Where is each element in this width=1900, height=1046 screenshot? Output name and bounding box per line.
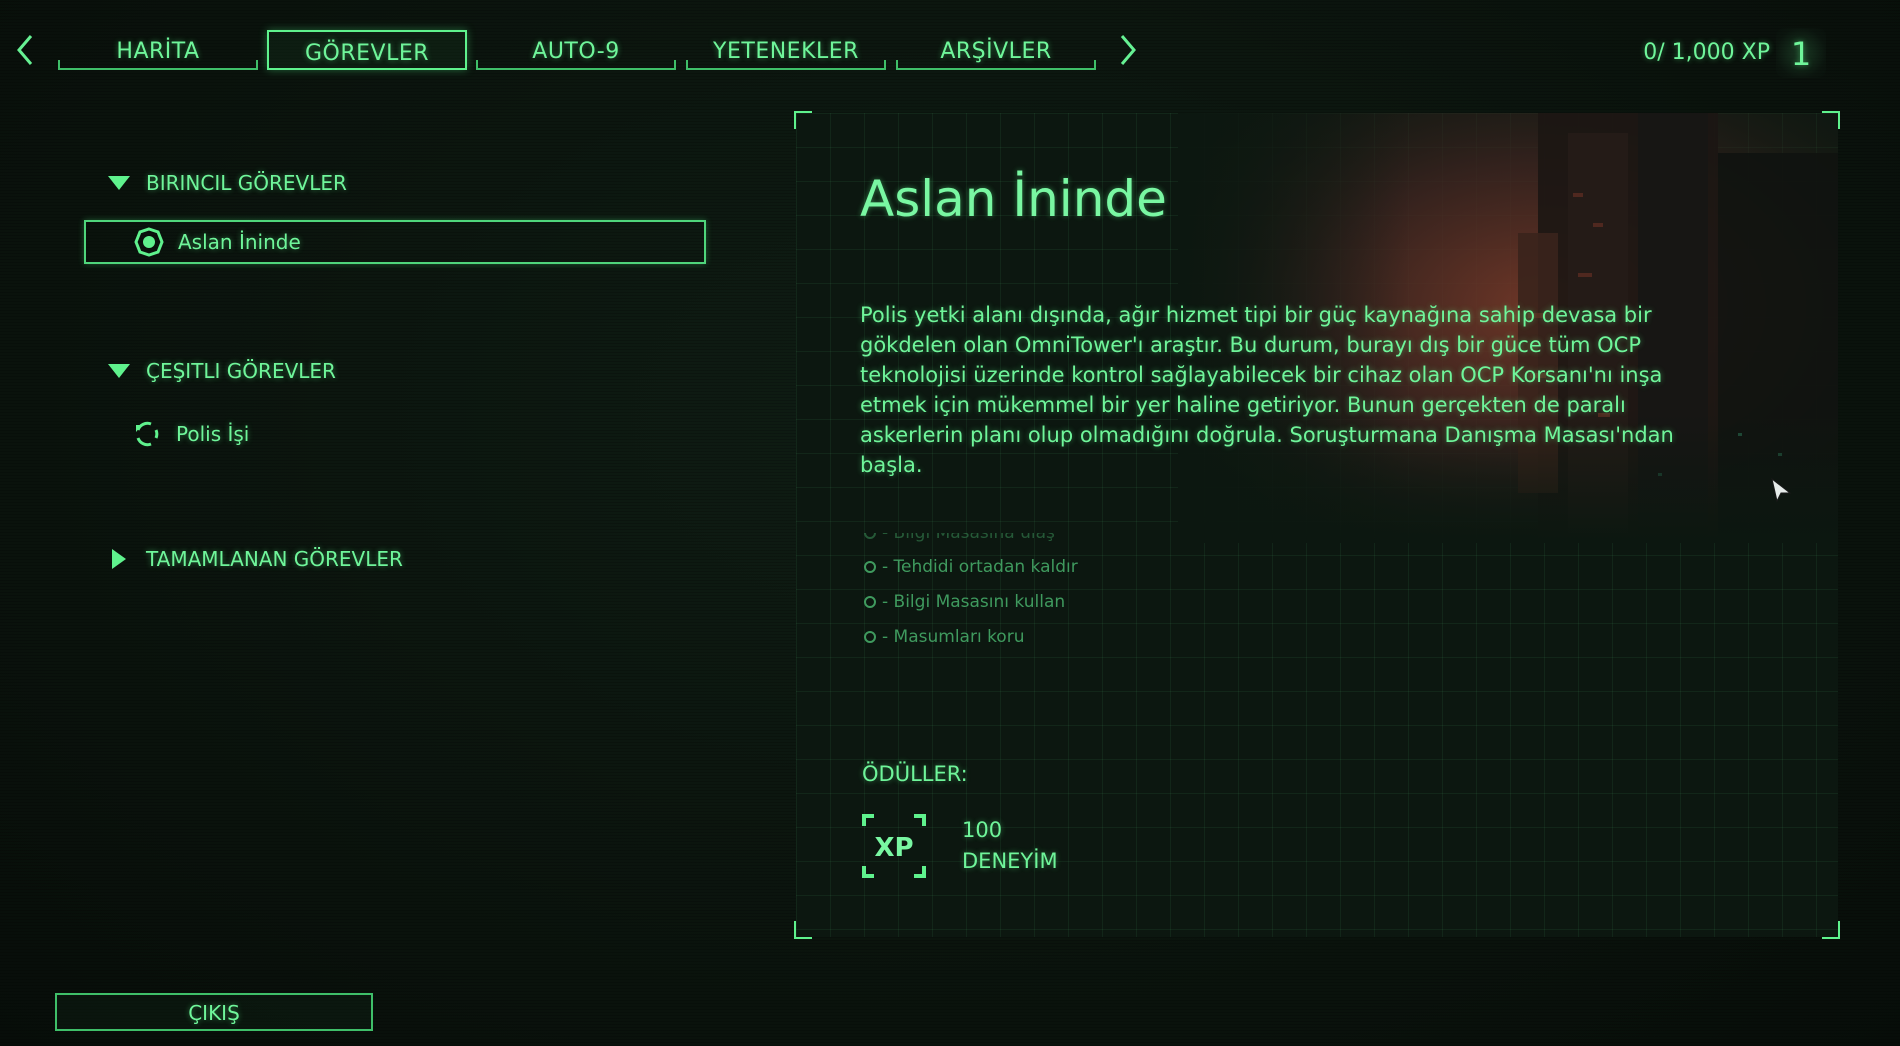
objective-label: - Bilgi Masasını kullan [882,592,1066,612]
category-completed-quests[interactable]: TAMAMLANAN GÖREVLER [106,544,403,574]
objective-label: - Tehdidi ortadan kaldır [882,557,1078,577]
objective-item: - Tehdidi ortadan kaldır [864,555,1078,579]
svg-text:XP: XP [874,833,913,863]
triangle-down-icon [108,176,130,190]
tab-gorevler[interactable]: GÖREVLER [267,30,467,70]
quest-item-polis-isi[interactable]: Polis İşi [84,412,706,456]
panel-corner [1822,921,1840,939]
xp-icon: XP [862,814,926,878]
objective-item: - Masumları koru [864,625,1024,649]
category-primary-quests[interactable]: BIRINCIL GÖREVLER [106,168,347,198]
tab-harita[interactable]: HARİTA [58,30,258,70]
circle-icon [864,596,876,608]
xp-readout: 0/ 1,000 XP [1643,40,1770,65]
target-icon [134,227,164,257]
tab-arsivler[interactable]: ARŞİVLER [896,30,1096,70]
panel-corner [794,921,812,939]
circle-icon [864,561,876,573]
panel-corner [794,111,812,129]
chevron-right-icon[interactable] [1113,33,1143,69]
tab-yetenekler[interactable]: YETENEKLER [686,30,886,70]
level-badge: 1 [1776,28,1826,78]
quest-description: Polis yetki alanı dışında, ağır hizmet t… [860,303,1674,477]
triangle-right-icon [112,549,126,569]
category-primary-label: BIRINCIL GÖREVLER [146,171,347,195]
quest-title: Aslan İninde [860,170,1167,228]
reward-unit: DENEYİM [962,849,1058,873]
objective-item: - Bilgi Masasını kullan [864,590,1065,614]
cursor-icon [1771,477,1792,503]
category-completed-label: TAMAMLANAN GÖREVLER [146,547,403,571]
chevron-left-icon[interactable] [10,33,40,69]
reward-amount: 100 [962,818,1003,842]
objective-label: - Masumları koru [882,627,1025,647]
quest-item-aslan-ininde[interactable]: Aslan İninde [84,220,706,264]
category-misc-quests[interactable]: ÇEŞITLI GÖREVLER [106,356,336,386]
triangle-down-icon [108,364,130,378]
quest-label: Aslan İninde [178,230,301,254]
cycle-icon [136,421,159,447]
tab-auto9[interactable]: AUTO-9 [476,30,676,70]
panel-corner [1822,111,1840,129]
exit-button[interactable]: ÇIKIŞ [55,993,373,1031]
rewards-label: ÖDÜLLER: [862,762,968,786]
quest-detail-panel [796,113,1838,937]
quest-label: Polis İşi [176,422,250,446]
category-misc-label: ÇEŞITLI GÖREVLER [146,359,336,383]
circle-icon [864,631,876,643]
